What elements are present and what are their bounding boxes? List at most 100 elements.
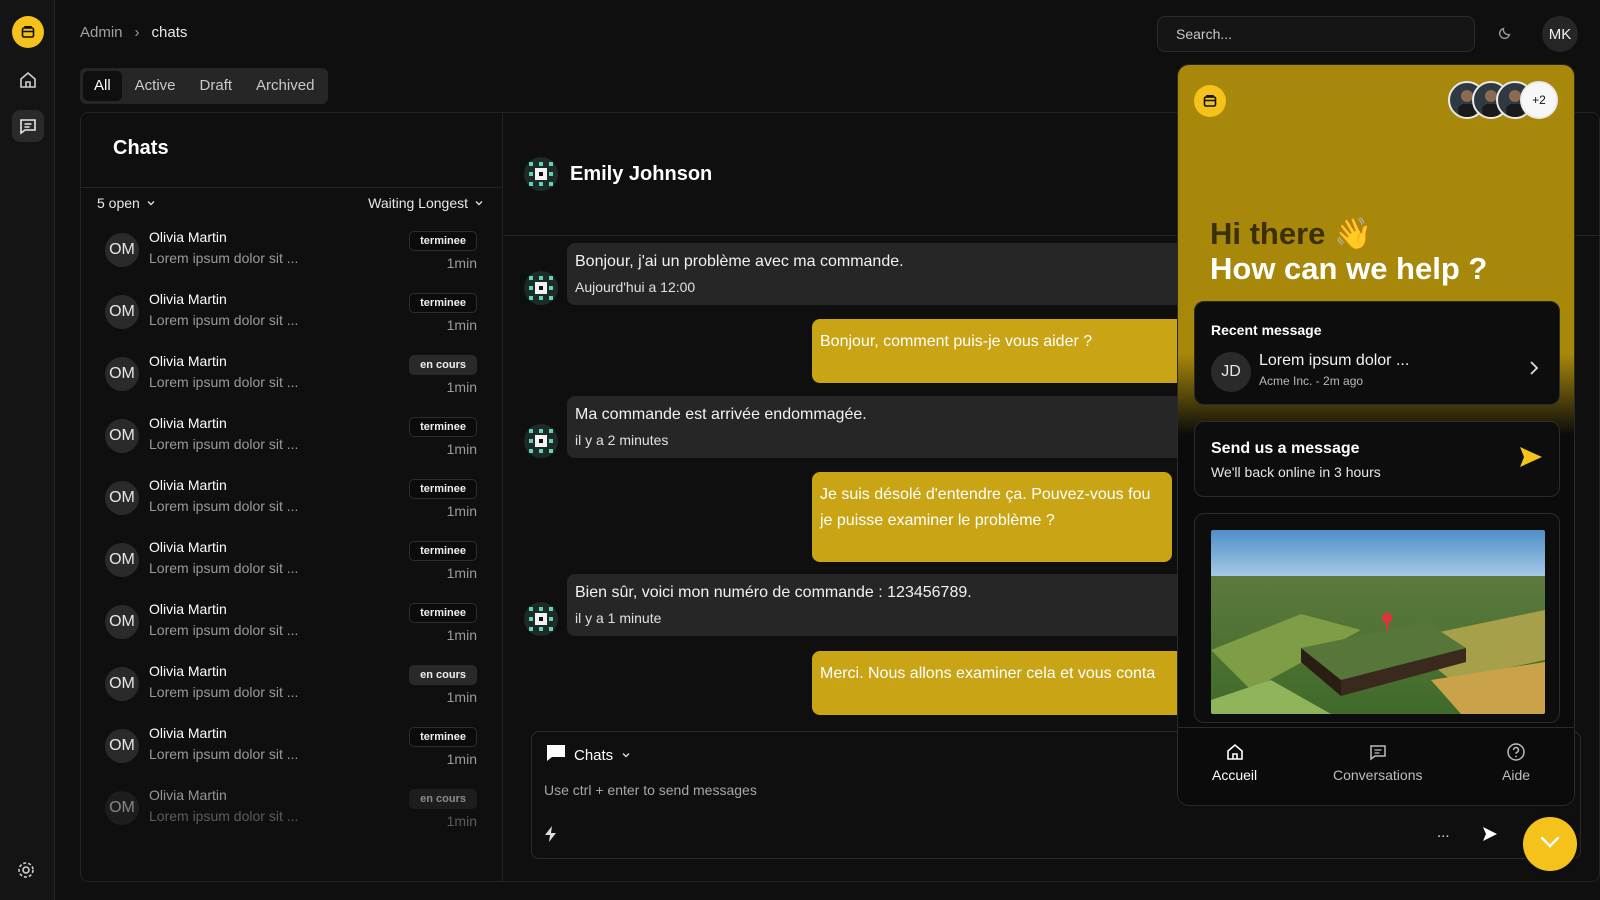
elapsed-time: 1min — [446, 751, 477, 767]
contact-name: Olivia Martin — [149, 601, 227, 617]
send-message-card[interactable]: Send us a message We'll back online in 3… — [1194, 421, 1560, 497]
widget-headline: How can we help ? — [1210, 251, 1488, 286]
contact-name: Olivia Martin — [149, 539, 227, 555]
settings-gear-icon[interactable] — [16, 860, 36, 885]
message-text: Ma commande est arrivée endommagée. — [575, 406, 867, 423]
contact-name: Olivia Martin — [149, 663, 227, 679]
avatar: OM — [105, 543, 139, 577]
elapsed-time: 1min — [446, 441, 477, 457]
chevron-down-icon — [1540, 835, 1560, 853]
avatar — [524, 424, 558, 458]
message-text: Bien sûr, voici mon numéro de commande :… — [575, 584, 972, 601]
list-item[interactable]: OM Olivia Martin Lorem ipsum dolor sit .… — [81, 535, 502, 597]
chevron-down-icon — [146, 195, 156, 211]
widget-nav-label: Aide — [1502, 767, 1531, 783]
chat-list: OM Olivia Martin Lorem ipsum dolor sit .… — [81, 225, 502, 845]
widget-nav-label: Accueil — [1212, 767, 1258, 783]
message-timestamp: il y a 2 minutes — [575, 432, 669, 448]
contact-name: Olivia Martin — [149, 229, 227, 245]
contact-name: Olivia Martin — [149, 787, 227, 803]
avatar — [524, 602, 558, 636]
message-text: Bonjour, j'ai un problème avec ma comman… — [575, 253, 904, 270]
widget-nav-home[interactable]: Accueil — [1212, 742, 1257, 783]
tab-all[interactable]: All — [83, 71, 122, 101]
list-item[interactable]: OM Olivia Martin Lorem ipsum dolor sit .… — [81, 411, 502, 473]
tab-active[interactable]: Active — [124, 71, 187, 101]
status-badge: terminee — [409, 727, 477, 747]
elapsed-time: 1min — [446, 255, 477, 271]
sort-dropdown[interactable]: Waiting Longest — [368, 195, 484, 211]
send-message-heading: Send us a message — [1211, 440, 1360, 457]
avatar: OM — [105, 419, 139, 453]
list-item[interactable]: OM Olivia Martin Lorem ipsum dolor sit .… — [81, 721, 502, 783]
outgoing-message: Merci. Nous allons examiner cela et vous… — [812, 651, 1232, 715]
status-badge: terminee — [409, 417, 477, 437]
home-icon — [1225, 742, 1245, 765]
message-preview: Lorem ipsum dolor sit ... — [149, 808, 299, 824]
avatar: OM — [105, 605, 139, 639]
avatar: OM — [105, 667, 139, 701]
widget-toggle-button[interactable] — [1523, 817, 1577, 871]
message-preview: Lorem ipsum dolor sit ... — [149, 312, 299, 328]
list-item[interactable]: OM Olivia Martin Lorem ipsum dolor sit .… — [81, 225, 502, 287]
recent-message-card[interactable]: Recent message JD Lorem ipsum dolor ... … — [1194, 301, 1560, 405]
chat-list-title: Chats — [113, 137, 169, 159]
moon-icon[interactable] — [1498, 24, 1514, 45]
composer-input[interactable]: Use ctrl + enter to send messages — [544, 782, 757, 798]
incoming-message: Bonjour, j'ai un problème avec ma comman… — [567, 243, 1187, 305]
chevron-down-icon — [474, 195, 484, 211]
breadcrumb: Admin › chats — [80, 24, 187, 41]
search-input[interactable] — [1176, 26, 1456, 42]
avatar — [524, 157, 558, 191]
avatar: JD — [1211, 352, 1251, 392]
list-item[interactable]: OM Olivia Martin Lorem ipsum dolor sit .… — [81, 659, 502, 721]
image-card[interactable] — [1194, 513, 1560, 723]
contact-name: Olivia Martin — [149, 353, 227, 369]
status-badge: terminee — [409, 479, 477, 499]
breadcrumb-current: chats — [151, 24, 188, 41]
message-preview: Lorem ipsum dolor sit ... — [149, 374, 299, 390]
avatar: OM — [105, 233, 139, 267]
open-filter-dropdown[interactable]: 5 open — [97, 195, 156, 211]
list-item[interactable]: OM Olivia Martin Lorem ipsum dolor sit .… — [81, 287, 502, 349]
channel-dropdown[interactable]: Chats — [546, 744, 631, 766]
elapsed-time: 1min — [446, 813, 477, 829]
open-filter-label: 5 open — [97, 195, 140, 211]
user-avatar[interactable]: MK — [1542, 16, 1578, 52]
app-logo-icon[interactable] — [12, 16, 44, 48]
bolt-icon[interactable] — [544, 826, 558, 847]
send-message-subtitle: We'll back online in 3 hours — [1211, 464, 1381, 480]
sort-label: Waiting Longest — [368, 195, 468, 211]
status-badge: terminee — [409, 231, 477, 251]
breadcrumb-parent[interactable]: Admin — [80, 24, 123, 41]
message-preview: Lorem ipsum dolor sit ... — [149, 498, 299, 514]
search-box[interactable] — [1157, 16, 1475, 52]
contact-name: Olivia Martin — [149, 477, 227, 493]
send-icon[interactable] — [1482, 826, 1498, 847]
widget-nav-conversations[interactable]: Conversations — [1333, 742, 1423, 783]
status-badge: en cours — [409, 789, 477, 809]
side-rail — [0, 0, 55, 900]
channel-label: Chats — [574, 746, 614, 764]
list-item[interactable]: OM Olivia Martin Lorem ipsum dolor sit .… — [81, 783, 502, 845]
avatar: OM — [105, 357, 139, 391]
list-item[interactable]: OM Olivia Martin Lorem ipsum dolor sit .… — [81, 597, 502, 659]
avatar: OM — [105, 481, 139, 515]
extra-agents-count: +2 — [1520, 81, 1558, 119]
tab-archived[interactable]: Archived — [245, 71, 325, 101]
more-options-button[interactable]: ... — [1437, 824, 1450, 841]
widget-greeting: Hi there 👋 — [1210, 216, 1373, 251]
recent-message-heading: Recent message — [1211, 322, 1322, 338]
chat-icon[interactable] — [12, 110, 44, 142]
chevron-right-icon — [1529, 360, 1539, 381]
list-item[interactable]: OM Olivia Martin Lorem ipsum dolor sit .… — [81, 349, 502, 411]
list-item[interactable]: OM Olivia Martin Lorem ipsum dolor sit .… — [81, 473, 502, 535]
widget-nav-help[interactable]: Aide — [1502, 742, 1530, 783]
message-preview: Lorem ipsum dolor sit ... — [149, 560, 299, 576]
help-icon — [1506, 742, 1526, 765]
message-preview: Lorem ipsum dolor sit ... — [149, 622, 299, 638]
tab-draft[interactable]: Draft — [189, 71, 244, 101]
support-widget: +2 Hi there 👋 How can we help ? Recent m… — [1177, 64, 1575, 806]
elapsed-time: 1min — [446, 627, 477, 643]
home-icon[interactable] — [12, 64, 44, 96]
